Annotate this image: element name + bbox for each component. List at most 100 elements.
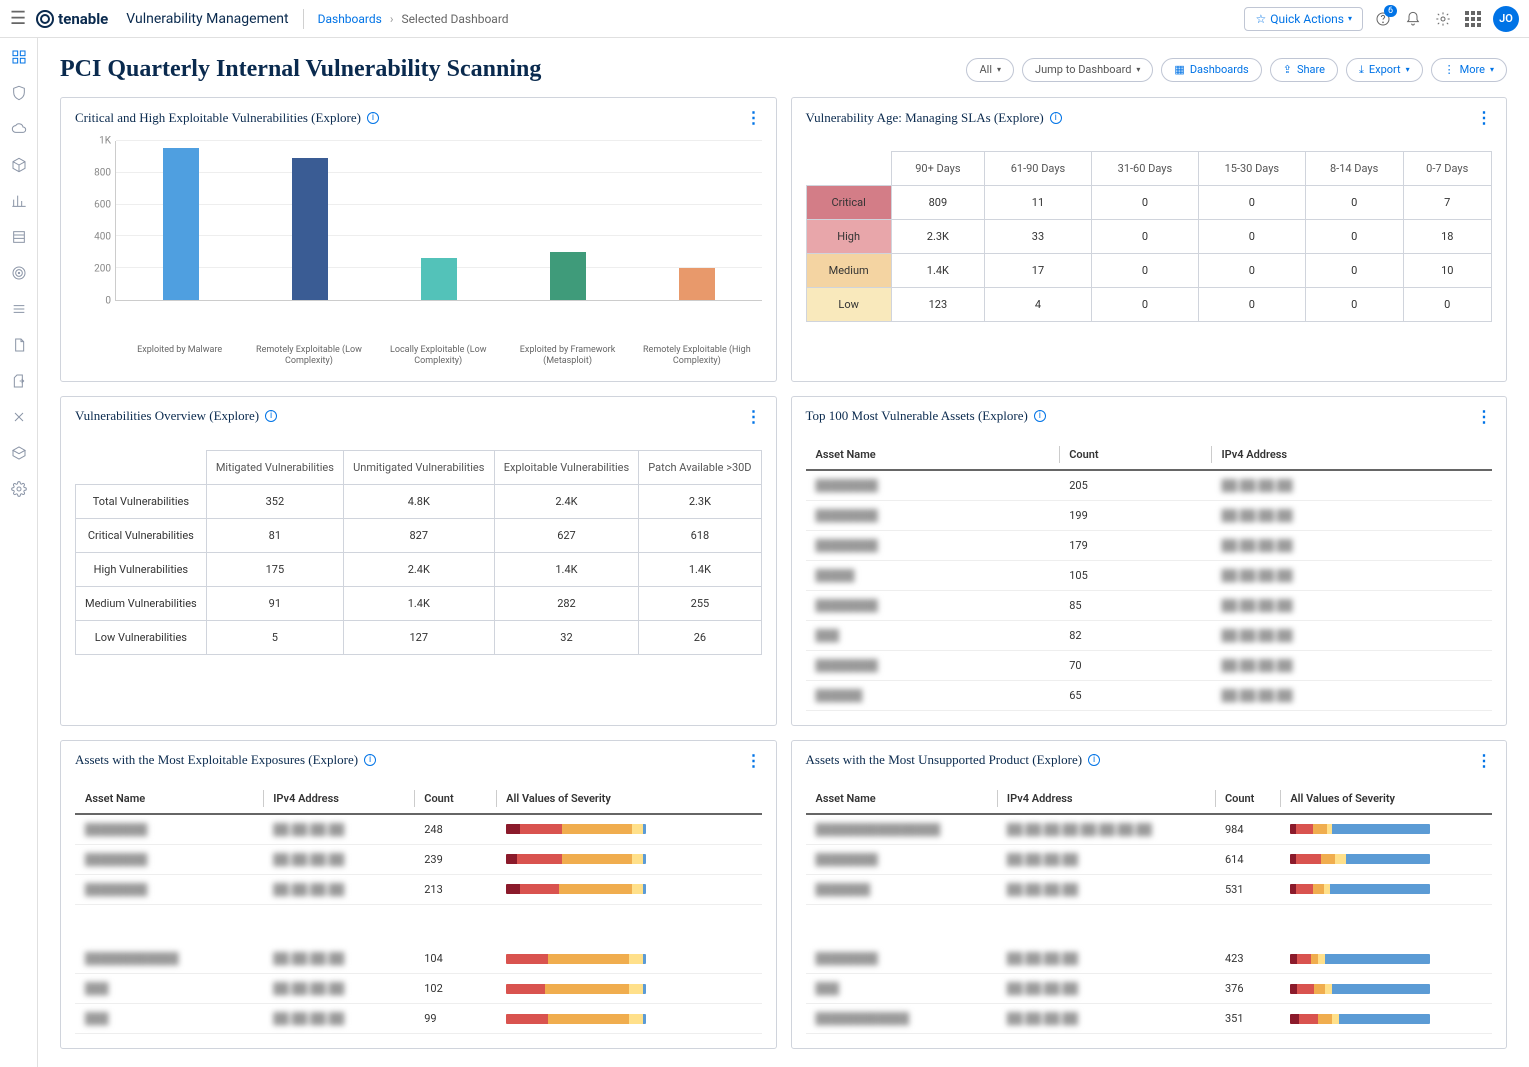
table-row[interactable]: █████.██.██.██102 — [75, 974, 762, 1004]
table-row[interactable]: Total Vulnerabilities3524.8K2.4K2.3K — [76, 484, 762, 518]
table-row[interactable]: ██████████.██.██.██239 — [75, 844, 762, 874]
table-row[interactable]: ████████85██.██.██.██ — [806, 590, 1493, 620]
chevron-down-icon: ▾ — [997, 65, 1001, 74]
column-header[interactable]: Count — [414, 784, 496, 814]
help-badge: 6 — [1384, 5, 1397, 17]
asset-name: ███ — [816, 629, 839, 642]
cell-value: 282 — [494, 586, 639, 620]
table-row[interactable]: ██████████████.██.██.██351 — [806, 1004, 1493, 1034]
count-value: 239 — [414, 844, 496, 874]
info-icon[interactable]: i — [1088, 754, 1100, 766]
nav-export-icon[interactable] — [10, 372, 28, 390]
widget-unsupported-table: Assets with the Most Unsupported Product… — [791, 740, 1508, 1050]
nav-settings-icon[interactable] — [10, 480, 28, 498]
column-header[interactable]: Count — [1059, 440, 1211, 470]
table-row[interactable]: ██████████.██.██.██213 — [75, 874, 762, 904]
bell-icon[interactable] — [1403, 9, 1423, 29]
widget-menu-icon[interactable]: ⋮ — [746, 407, 762, 426]
breadcrumb-root[interactable]: Dashboards — [318, 12, 382, 26]
nav-cube-icon[interactable] — [10, 156, 28, 174]
info-icon[interactable]: i — [1034, 410, 1046, 422]
bar[interactable] — [122, 148, 238, 300]
hamburger-menu-icon[interactable]: ☰ — [10, 8, 26, 29]
table-row[interactable]: █████.██.██.██376 — [806, 974, 1493, 1004]
nav-package-icon[interactable] — [10, 444, 28, 462]
bar[interactable] — [510, 252, 626, 300]
column-header[interactable]: Asset Name — [806, 784, 997, 814]
table-row[interactable]: ██████████████████.██.██.██ ██.██.██.██9… — [806, 814, 1493, 845]
column-header[interactable]: IPv4 Address — [263, 784, 414, 814]
ipv4-address: ██.██.██.██ — [1221, 479, 1292, 492]
cell-value: 2.4K — [494, 484, 639, 518]
quick-actions-button[interactable]: ☆ Quick Actions ▾ — [1244, 7, 1363, 31]
export-button[interactable]: ⤓Export▾ — [1346, 58, 1423, 82]
table-row[interactable]: ██████████.██.██.██248 — [75, 814, 762, 845]
dashboards-button[interactable]: ▦Dashboards — [1161, 58, 1261, 82]
table-row[interactable]: Low Vulnerabilities51273226 — [76, 620, 762, 654]
table-row[interactable]: Low12340000 — [806, 288, 1492, 322]
table-row[interactable]: High Vulnerabilities1752.4K1.4K1.4K — [76, 552, 762, 586]
nav-shield-icon[interactable] — [10, 84, 28, 102]
nav-tools-icon[interactable] — [10, 408, 28, 426]
nav-document-icon[interactable] — [10, 336, 28, 354]
table-row[interactable]: █████.██.██.██99 — [75, 1004, 762, 1034]
table-row[interactable]: █████████.██.██.██531 — [806, 874, 1493, 904]
table-row[interactable]: ████████205██.██.██.██ — [806, 470, 1493, 501]
app-header: ☰ tenable Vulnerability Management Dashb… — [0, 0, 1529, 38]
info-icon[interactable]: i — [367, 112, 379, 124]
more-button[interactable]: ⋮More▾ — [1431, 58, 1507, 82]
widget-menu-icon[interactable]: ⋮ — [1476, 407, 1492, 426]
bar[interactable] — [639, 268, 755, 300]
nav-dashboard-icon[interactable] — [10, 48, 28, 66]
table-row[interactable]: ██████████████.██.██.██104 — [75, 944, 762, 974]
table-row[interactable]: Medium1.4K1700010 — [806, 254, 1492, 288]
nav-chart-icon[interactable] — [10, 192, 28, 210]
widget-title: Critical and High Exploitable Vulnerabil… — [75, 110, 361, 126]
nav-list-icon[interactable] — [10, 228, 28, 246]
column-header[interactable]: Count — [1215, 784, 1280, 814]
table-row[interactable]: ████████70██.██.██.██ — [806, 650, 1493, 680]
table-row[interactable]: ███82██.██.██.██ — [806, 620, 1493, 650]
nav-layers-icon[interactable] — [10, 300, 28, 318]
gear-icon[interactable] — [1433, 9, 1453, 29]
column-header[interactable]: Asset Name — [806, 440, 1060, 470]
table-row[interactable]: ██████65██.██.██.██ — [806, 680, 1493, 710]
y-tick-label: 600 — [94, 200, 111, 211]
app-logo[interactable]: tenable — [36, 10, 108, 28]
table-row[interactable]: ██████████.██.██.██614 — [806, 844, 1493, 874]
table-row[interactable]: ████████179██.██.██.██ — [806, 530, 1493, 560]
table-row[interactable]: █████105██.██.██.██ — [806, 560, 1493, 590]
column-header[interactable]: All Values of Severity — [496, 784, 761, 814]
widget-menu-icon[interactable]: ⋮ — [746, 751, 762, 770]
info-icon[interactable]: i — [265, 410, 277, 422]
nav-target-icon[interactable] — [10, 264, 28, 282]
table-row[interactable]: Critical Vulnerabilities81827627618 — [76, 518, 762, 552]
column-header[interactable]: Asset Name — [75, 784, 263, 814]
column-header[interactable]: IPv4 Address — [997, 784, 1215, 814]
widget-menu-icon[interactable]: ⋮ — [746, 108, 762, 127]
column-header[interactable]: IPv4 Address — [1211, 440, 1492, 470]
widget-menu-icon[interactable]: ⋮ — [1476, 751, 1492, 770]
info-icon[interactable]: i — [364, 754, 376, 766]
info-icon[interactable]: i — [1050, 112, 1062, 124]
table-row[interactable]: Critical809110007 — [806, 186, 1492, 220]
asset-name: ████████████ — [816, 1012, 910, 1025]
chevron-down-icon: ▾ — [1136, 65, 1140, 74]
help-icon[interactable]: 6 — [1373, 9, 1393, 29]
table-row[interactable]: High2.3K3300018 — [806, 220, 1492, 254]
nav-cloud-icon[interactable] — [10, 120, 28, 138]
table-row[interactable]: Medium Vulnerabilities911.4K282255 — [76, 586, 762, 620]
bar[interactable] — [381, 258, 497, 300]
jump-dashboard-button[interactable]: Jump to Dashboard▾ — [1022, 58, 1153, 82]
column-header[interactable]: All Values of Severity — [1280, 784, 1492, 814]
user-avatar[interactable]: JO — [1493, 6, 1519, 32]
asset-name: ████████ — [85, 823, 147, 836]
apps-grid-icon[interactable] — [1463, 9, 1483, 29]
bar[interactable] — [252, 158, 368, 300]
filter-all-button[interactable]: All▾ — [966, 58, 1014, 82]
widget-menu-icon[interactable]: ⋮ — [1476, 108, 1492, 127]
table-row[interactable]: ██████████.██.██.██423 — [806, 944, 1493, 974]
share-button[interactable]: ⇪Share — [1270, 58, 1338, 82]
table-row[interactable]: ████████199██.██.██.██ — [806, 500, 1493, 530]
star-icon: ☆ — [1255, 12, 1266, 26]
